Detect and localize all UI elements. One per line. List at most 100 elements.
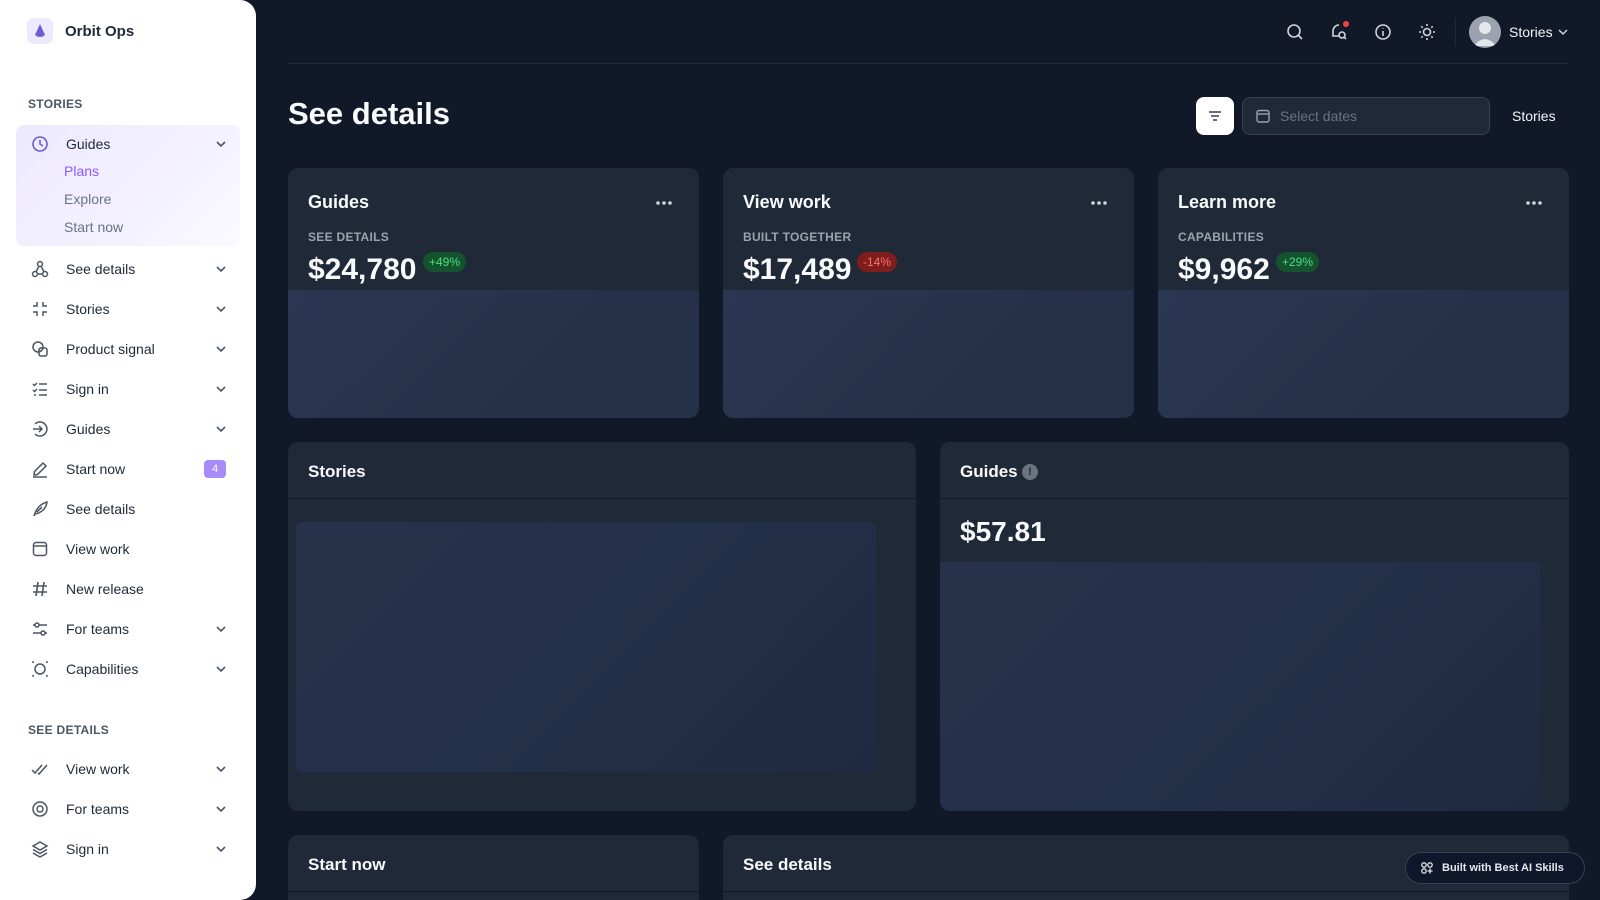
filter-button[interactable] (1196, 97, 1234, 135)
share-nodes-icon (30, 259, 50, 279)
card-subtitle: SEE DETAILS (308, 230, 390, 244)
brand[interactable]: Orbit Ops (27, 18, 134, 44)
panel-guides: Guides ! $57.81 (940, 442, 1569, 811)
panel-title: See details (743, 855, 832, 874)
sidebar-item-label: View work (66, 541, 130, 557)
built-with-label: Built with Best AI Skills (1442, 862, 1564, 874)
chevron-down-icon (216, 141, 226, 148)
drop-logo-icon (27, 18, 53, 44)
sidebar-item-label: New release (66, 581, 144, 597)
sidebar-item-label: See details (66, 501, 136, 517)
sidebar-item-guides-open[interactable]: Guides (16, 126, 240, 162)
topbar-divider (1455, 18, 1456, 46)
clock-icon (30, 134, 50, 154)
sidebar-item-capabilities[interactable]: Capabilities (16, 651, 240, 687)
chevron-down-icon (216, 626, 226, 633)
sidebar-item-view-work-2[interactable]: View work (16, 751, 240, 787)
sidebar-item-sign-in[interactable]: Sign in (16, 371, 240, 407)
card-value: $17,489 (743, 253, 852, 286)
avatar[interactable] (1469, 16, 1501, 48)
chevron-down-icon (216, 306, 226, 313)
card-chart-area (1158, 290, 1569, 418)
chevron-down-icon (216, 806, 226, 813)
date-range-picker[interactable] (1242, 97, 1490, 135)
sidebar-item-stories[interactable]: Stories (16, 291, 240, 327)
chevron-down-icon[interactable] (1557, 26, 1569, 38)
notification-dot (1343, 21, 1349, 27)
stat-card-guides: Guides SEE DETAILS $24,780 +49% (288, 168, 699, 418)
focus-icon (30, 659, 50, 679)
more-options-icon[interactable] (1090, 200, 1108, 206)
panel-divider (723, 891, 1569, 892)
target-icon (30, 799, 50, 819)
sidebar-item-product-signal[interactable]: Product signal (16, 331, 240, 367)
panel-title: Stories (308, 462, 366, 481)
delta-badge: +29% (1276, 252, 1320, 272)
more-options-icon[interactable] (655, 200, 673, 206)
feather-icon (30, 499, 50, 519)
count-badge: 4 (204, 460, 226, 478)
sidebar-item-for-teams[interactable]: For teams (16, 611, 240, 647)
panel-chart-placeholder (940, 562, 1540, 811)
double-check-icon (30, 759, 50, 779)
sidebar-section-title: STORIES (28, 97, 83, 111)
card-title: View work (743, 192, 831, 212)
built-with-badge[interactable]: Built with Best AI Skills (1405, 852, 1585, 884)
square-icon (30, 539, 50, 559)
sun-icon[interactable] (1415, 20, 1439, 44)
minimize-icon (30, 299, 50, 319)
chevron-down-icon (216, 766, 226, 773)
sidebar-item-guides[interactable]: Guides (16, 411, 240, 447)
card-title: Guides (308, 192, 370, 212)
panel-title: Start now (308, 855, 386, 874)
card-value: $24,780 (308, 253, 417, 286)
header-stories-link[interactable]: Stories (1512, 108, 1556, 124)
panel-stories: Stories (288, 442, 916, 811)
topbar-divider-line (288, 63, 1568, 64)
chevron-down-icon (216, 386, 226, 393)
chevron-down-icon (216, 266, 226, 273)
sidebar-item-view-work[interactable]: View work (16, 531, 240, 567)
sidebar-section-title: SEE DETAILS (28, 723, 110, 737)
sidebar-item-start-now[interactable]: Start now 4 (16, 451, 240, 487)
hash-icon (30, 579, 50, 599)
layers-icon (30, 839, 50, 859)
calendar-icon (1256, 109, 1270, 123)
sidebar-subitem-start-now[interactable]: Start now (64, 219, 123, 235)
card-title: Learn more (1178, 192, 1277, 212)
card-value: $9,962 (1178, 253, 1270, 286)
panel-chart-placeholder (296, 522, 876, 772)
panel-value: $57.81 (960, 516, 1046, 547)
info-icon[interactable]: ! (1022, 464, 1038, 480)
sidebar-item-for-teams-2[interactable]: For teams (16, 791, 240, 827)
date-range-input[interactable] (1280, 108, 1470, 124)
filter-icon (1209, 111, 1221, 121)
sidebar-item-sign-in-2[interactable]: Sign in (16, 831, 240, 867)
info-icon[interactable] (1371, 20, 1395, 44)
pencil-icon (30, 459, 50, 479)
chevron-down-icon (216, 666, 226, 673)
card-chart-area (288, 290, 699, 418)
sidebar: Orbit Ops STORIES Guides Plans Explore S… (0, 0, 256, 900)
more-options-icon[interactable] (1525, 200, 1543, 206)
chevron-down-icon (216, 426, 226, 433)
panel-title: Guides (960, 462, 1018, 481)
sidebar-item-new-release[interactable]: New release (16, 571, 240, 607)
user-menu-name[interactable]: Stories (1509, 24, 1553, 40)
sidebar-item-see-details-2[interactable]: See details (16, 491, 240, 527)
chevron-down-icon (216, 346, 226, 353)
sliders-icon (30, 619, 50, 639)
circle-arrow-icon (30, 419, 50, 439)
delta-badge: -14% (857, 252, 898, 272)
notification-search-icon[interactable] (1327, 20, 1351, 44)
page-title: See details (288, 96, 450, 131)
sidebar-subitem-explore[interactable]: Explore (64, 191, 111, 207)
delta-badge: +49% (423, 252, 467, 272)
stat-card-view-work: View work BUILT TOGETHER $17,489 -14% (723, 168, 1134, 418)
search-icon[interactable] (1283, 20, 1307, 44)
shapes-icon (30, 339, 50, 359)
sidebar-item-see-details[interactable]: See details (16, 251, 240, 287)
panel-start-now: Start now (288, 835, 699, 900)
card-subtitle: CAPABILITIES (1178, 230, 1265, 244)
sidebar-subitem-plans[interactable]: Plans (64, 163, 99, 179)
